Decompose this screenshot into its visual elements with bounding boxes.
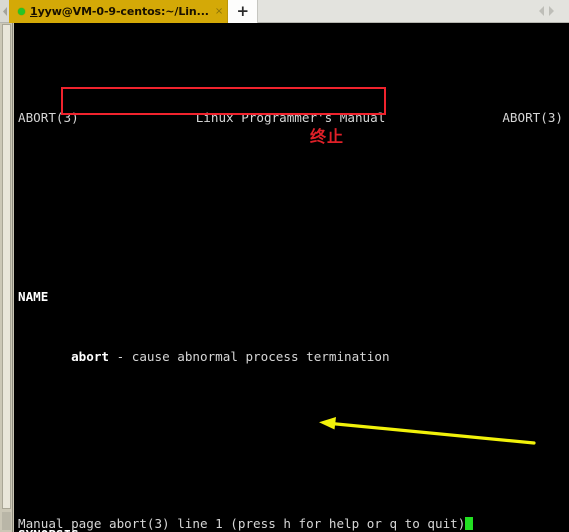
tab-bar: 1yyw@VM-0-9-centos:~/Lin... × + (0, 0, 569, 23)
tab-terminal-1[interactable]: 1yyw@VM-0-9-centos:~/Lin... × (9, 0, 229, 23)
tab-title: 1yyw@VM-0-9-centos:~/Lin... (30, 5, 209, 18)
chevron-right-icon[interactable] (548, 6, 555, 16)
tab-activity-dot (18, 8, 25, 15)
status-text: Manual page abort(3) line 1 (press h for… (18, 516, 466, 531)
man-page-content: ABORT(3) Linux Programmer's Manual ABORT… (14, 23, 569, 532)
terminal-scrollbar[interactable] (0, 23, 13, 532)
tab-scroll-controls (529, 0, 569, 22)
scrollbar-thumb[interactable] (2, 24, 11, 509)
close-icon[interactable]: × (215, 6, 223, 17)
man-header: ABORT(3) Linux Programmer's Manual ABORT… (14, 108, 569, 128)
spacer-row (14, 426, 569, 446)
man-header-center: Linux Programmer's Manual (195, 110, 386, 126)
tab-bar-filler (258, 0, 529, 22)
tab-bar-left-edge (0, 0, 9, 22)
terminal-screen[interactable]: ABORT(3) Linux Programmer's Manual ABORT… (14, 23, 569, 532)
man-line: abort - cause abnormal process terminati… (71, 348, 390, 364)
man-header-left: ABORT(3) (18, 110, 79, 126)
tab-number: 1 (30, 5, 38, 18)
scrollbar-track-bottom[interactable] (2, 512, 11, 530)
tab-title-text: yyw@VM-0-9-centos:~/Lin... (37, 5, 209, 18)
chevron-left-icon[interactable] (538, 6, 545, 16)
spacer-row (14, 188, 569, 208)
annotation-chinese-note: 终止 (310, 127, 345, 146)
terminal-window: ABORT(3) Linux Programmer's Manual ABORT… (0, 23, 569, 532)
section-heading-name: NAME (18, 288, 49, 304)
pager-status-line: Manual page abort(3) line 1 (press h for… (18, 516, 538, 532)
chevron-left-icon (2, 6, 7, 16)
man-header-right: ABORT(3) (502, 110, 563, 126)
terminal-cursor (465, 517, 474, 530)
new-tab-button[interactable]: + (228, 0, 259, 23)
